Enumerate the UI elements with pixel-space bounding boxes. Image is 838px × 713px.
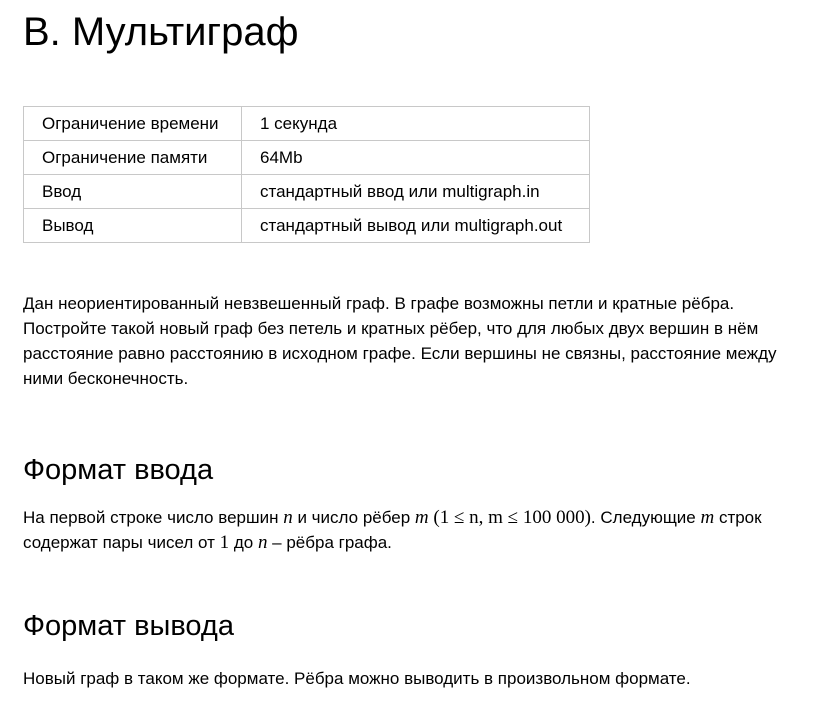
math-constraint: (1 ≤ n, m ≤ 100 000) bbox=[433, 507, 591, 528]
limit-key: Ввод bbox=[23, 174, 242, 209]
output-format-heading: Формат вывода bbox=[23, 610, 234, 642]
limit-value: стандартный ввод или multigraph.in bbox=[241, 174, 590, 209]
math-var-m: m bbox=[414, 507, 429, 528]
problem-legend: Дан неориентированный невзвешенный граф.… bbox=[23, 294, 777, 388]
table-row: Ограничение памяти 64Mb bbox=[23, 140, 590, 175]
input-format-text: На первой строке число вершин n и число … bbox=[23, 505, 813, 555]
limits-table: Ограничение времени 1 секунда Ограничени… bbox=[23, 106, 590, 243]
limit-value: 1 секунда bbox=[241, 106, 590, 141]
math-var-m: m bbox=[700, 507, 715, 528]
limit-key: Вывод bbox=[23, 208, 242, 243]
output-format-text: Новый граф в таком же формате. Рёбра мож… bbox=[23, 669, 691, 688]
input-format-heading: Формат ввода bbox=[23, 454, 214, 486]
problem-page: B. Мультиграф Ограничение времени 1 секу… bbox=[0, 0, 838, 691]
table-row: Ввод стандартный ввод или multigraph.in bbox=[23, 174, 590, 209]
text-fragment: На первой строке число вершин bbox=[23, 508, 284, 527]
text-fragment: до bbox=[229, 533, 258, 552]
text-fragment: – рёбра графа. bbox=[267, 533, 392, 552]
table-row: Ограничение времени 1 секунда bbox=[23, 106, 590, 141]
table-row: Вывод стандартный вывод или multigraph.o… bbox=[23, 208, 590, 243]
limit-key: Ограничение памяти bbox=[23, 140, 242, 175]
text-fragment: . Следующие bbox=[590, 508, 701, 527]
math-var-n: n bbox=[283, 507, 293, 528]
text-fragment: и число рёбер bbox=[292, 508, 415, 527]
problem-title: B. Мультиграф bbox=[23, 10, 299, 54]
math-var-n: n bbox=[257, 532, 268, 553]
limit-value: 64Mb bbox=[241, 140, 590, 175]
math-number: 1 bbox=[219, 532, 230, 553]
limit-key: Ограничение времени bbox=[23, 106, 242, 141]
limit-value: стандартный вывод или multigraph.out bbox=[241, 208, 590, 243]
